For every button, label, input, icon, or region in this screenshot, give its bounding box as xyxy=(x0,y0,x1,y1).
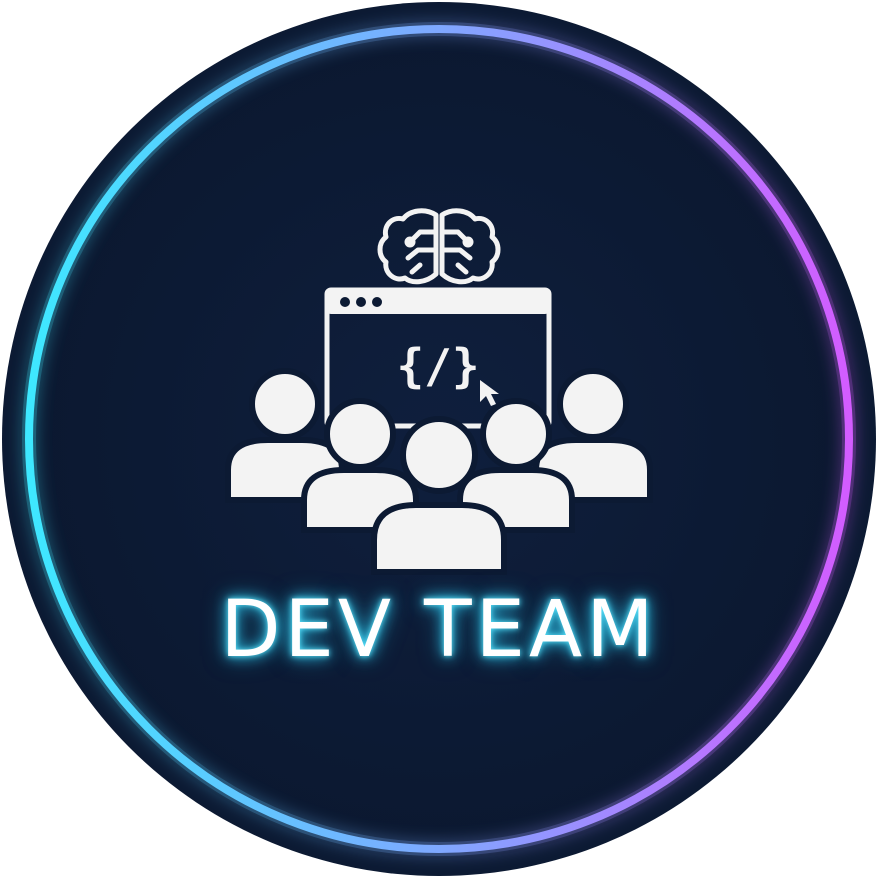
dev-team-badge: {/} DEV TEAM xyxy=(0,0,878,878)
badge-title: DEV TEAM xyxy=(220,585,658,675)
code-glyph: {/} xyxy=(396,339,479,393)
window-dot-icon xyxy=(340,297,350,307)
window-dot-icon xyxy=(356,297,366,307)
window-dot-icon xyxy=(372,297,382,307)
badge-graphic: {/} xyxy=(2,2,876,876)
